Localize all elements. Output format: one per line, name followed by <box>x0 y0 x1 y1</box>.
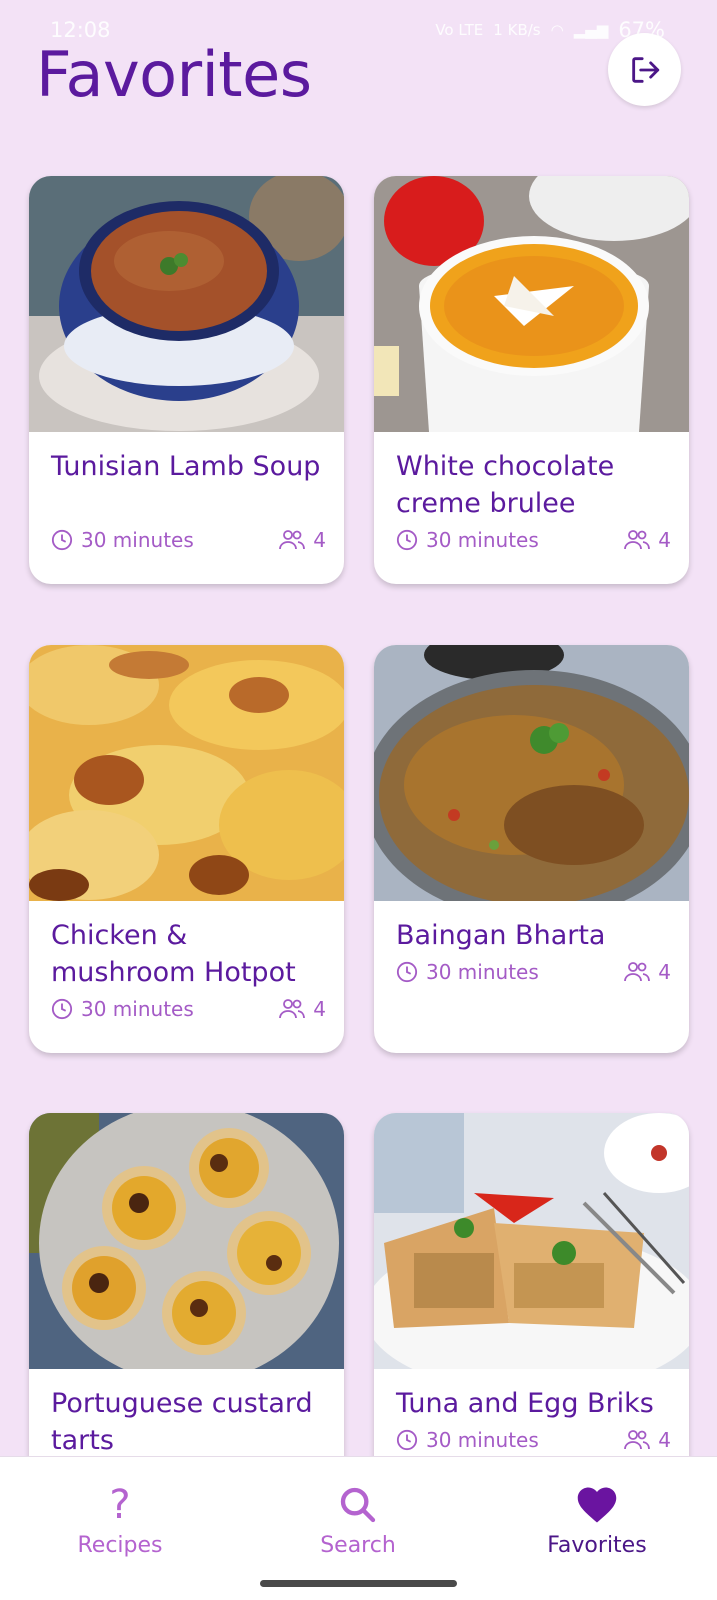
recipe-servings-label: 4 <box>658 960 671 984</box>
recipe-servings: 4 <box>624 1428 671 1452</box>
search-icon <box>338 1483 378 1527</box>
recipe-servings: 4 <box>279 997 326 1021</box>
recipe-meta: 30 minutes 4 <box>51 526 326 554</box>
nav-item-search[interactable]: Search <box>278 1483 438 1573</box>
recipe-time: 30 minutes <box>51 528 194 552</box>
people-icon <box>279 530 306 550</box>
clock-icon <box>396 1429 418 1451</box>
recipe-time-label: 30 minutes <box>426 1428 539 1452</box>
recipe-meta: 30 minutes 4 <box>396 526 671 554</box>
recipe-title: White chocolate creme brulee <box>396 451 615 519</box>
people-icon <box>624 530 651 550</box>
recipe-time: 30 minutes <box>396 960 539 984</box>
recipe-meta: 30 minutes 4 <box>396 1426 671 1454</box>
recipe-card[interactable]: Tunisian Lamb Soup 30 minutes 4 <box>29 176 344 584</box>
recipe-image <box>374 1113 689 1369</box>
home-indicator[interactable] <box>260 1580 457 1587</box>
nav-item-recipes[interactable]: ? Recipes <box>40 1483 200 1573</box>
recipe-servings-label: 4 <box>313 528 326 552</box>
nav-label: Search <box>320 1533 396 1558</box>
recipe-card[interactable]: Chicken & mushroom Hotpot 30 minutes 4 <box>29 645 344 1053</box>
recipe-image <box>374 176 689 432</box>
nav-item-favorites[interactable]: Favorites <box>517 1483 677 1573</box>
page-title: Favorites <box>36 38 312 111</box>
speed-label: 1 KB/s <box>493 21 541 39</box>
signal-icon: ▂▄▆ <box>573 21 609 39</box>
recipe-title: Tunisian Lamb Soup <box>51 451 321 482</box>
recipe-time: 30 minutes <box>51 997 194 1021</box>
heart-icon <box>576 1483 618 1527</box>
recipe-card[interactable]: White chocolate creme brulee 30 minutes … <box>374 176 689 584</box>
clock-icon <box>396 961 418 983</box>
recipe-image <box>29 1113 344 1369</box>
recipe-servings-label: 4 <box>658 528 671 552</box>
recipe-meta: 30 minutes 4 <box>51 995 326 1023</box>
recipe-servings: 4 <box>624 960 671 984</box>
recipe-time-label: 30 minutes <box>81 528 194 552</box>
recipe-image <box>29 645 344 901</box>
recipe-title: Tuna and Egg Briks <box>396 1388 654 1419</box>
recipe-servings-label: 4 <box>658 1428 671 1452</box>
logout-icon <box>631 56 659 83</box>
bottom-nav: ? Recipes Search Favorites <box>0 1456 717 1600</box>
recipe-servings: 4 <box>624 528 671 552</box>
clock-icon <box>51 529 73 551</box>
clock-icon <box>396 529 418 551</box>
recipe-image <box>29 176 344 432</box>
recipe-time-label: 30 minutes <box>426 960 539 984</box>
recipe-card[interactable]: Baingan Bharta 30 minutes 4 <box>374 645 689 1053</box>
nav-label: Favorites <box>547 1533 647 1558</box>
recipe-time-label: 30 minutes <box>426 528 539 552</box>
recipe-time: 30 minutes <box>396 528 539 552</box>
recipe-title: Baingan Bharta <box>396 920 606 951</box>
recipe-meta: 30 minutes 4 <box>396 958 671 986</box>
recipe-servings: 4 <box>279 528 326 552</box>
recipe-image <box>374 645 689 901</box>
recipe-title: Portuguese custard tarts <box>51 1388 313 1456</box>
clock-icon <box>51 998 73 1020</box>
recipe-time: 30 minutes <box>396 1428 539 1452</box>
wifi-icon: ◠ <box>550 21 564 39</box>
nav-label: Recipes <box>77 1533 163 1558</box>
people-icon <box>624 962 651 982</box>
recipe-servings-label: 4 <box>313 997 326 1021</box>
people-icon <box>624 1430 651 1450</box>
recipe-time-label: 30 minutes <box>81 997 194 1021</box>
question-mark-icon: ? <box>109 1482 131 1528</box>
recipe-title: Chicken & mushroom Hotpot <box>51 920 296 988</box>
network-label: Vo LTE <box>435 21 484 39</box>
logout-button[interactable] <box>608 33 681 106</box>
people-icon <box>279 999 306 1019</box>
